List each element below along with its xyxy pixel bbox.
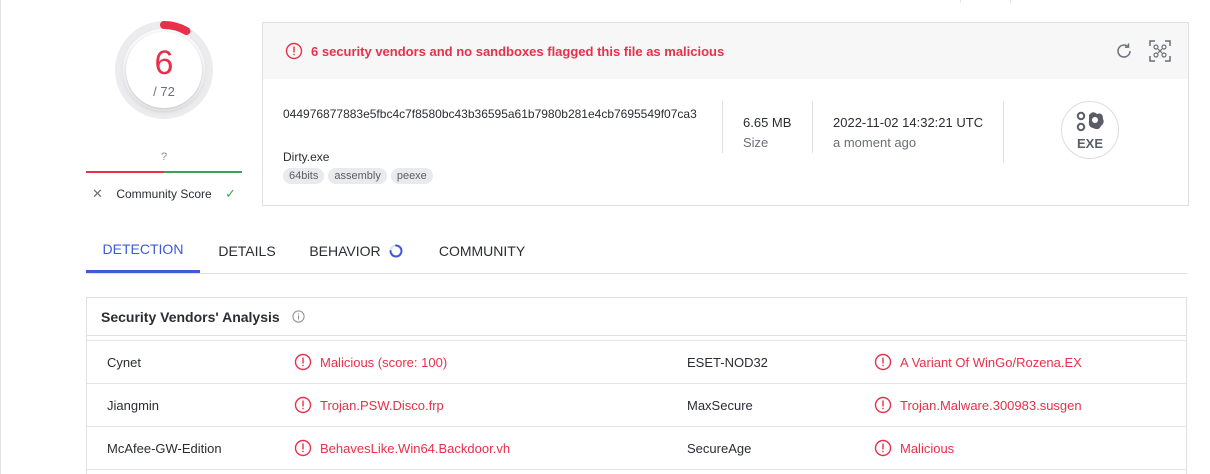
top-border bbox=[0, 0, 1210, 3]
upvote-icon[interactable]: ✓ bbox=[225, 186, 242, 202]
community-score-label: Community Score bbox=[116, 187, 212, 201]
detection-total: / 72 bbox=[153, 84, 175, 99]
alert-icon bbox=[874, 353, 892, 371]
table-row: Cynet Malicious (score: 100) ESET-NOD32 … bbox=[87, 341, 1186, 384]
alert-icon bbox=[874, 396, 892, 414]
detection-result: Trojan.Malware.300983.susgen bbox=[874, 396, 1082, 414]
vendor-name: Cynet bbox=[107, 355, 141, 370]
left-border bbox=[0, 0, 1, 474]
divider bbox=[1003, 101, 1004, 163]
detection-result: Malicious (score: 100) bbox=[294, 353, 447, 371]
detection-label: BehavesLike.Win64.Backdoor.vh bbox=[320, 440, 511, 456]
alert-icon bbox=[874, 439, 892, 457]
similar-files-icon[interactable] bbox=[1148, 39, 1172, 68]
vendor-name: MaxSecure bbox=[687, 398, 753, 413]
divider bbox=[722, 101, 723, 153]
security-vendors-panel: Security Vendors' Analysis Cynet Malicio… bbox=[86, 297, 1187, 474]
detection-label: A Variant Of WinGo/Rozena.EX bbox=[900, 354, 1082, 370]
malicious-alert-banner: 6 security vendors and no sandboxes flag… bbox=[263, 23, 1188, 79]
file-hash: 044976877883e5fbc4c7f8580bc43b36595a61b7… bbox=[283, 107, 697, 121]
file-type-badge: EXE bbox=[1061, 101, 1119, 159]
detection-count: 6 bbox=[154, 44, 174, 82]
detection-result: BehavesLike.Win64.Backdoor.vh bbox=[294, 439, 510, 457]
detection-label: Malicious (score: 100) bbox=[320, 354, 448, 370]
tab-behavior-label: BEHAVIOR bbox=[309, 242, 381, 259]
tab-details[interactable]: DETAILS bbox=[206, 228, 288, 273]
info-icon[interactable] bbox=[292, 310, 305, 323]
divider bbox=[812, 101, 813, 153]
tag-chip[interactable]: peexe bbox=[390, 168, 433, 184]
report-tabs: DETECTION DETAILS BEHAVIOR COMMUNITY bbox=[86, 228, 1187, 274]
reanalyze-icon[interactable] bbox=[1114, 41, 1134, 66]
loading-spinner-icon bbox=[389, 244, 403, 257]
analysis-date-relative: a moment ago bbox=[833, 135, 917, 150]
vendor-name: SecureAge bbox=[687, 441, 752, 456]
gears-icon bbox=[1076, 111, 1104, 132]
tag-chip[interactable]: assembly bbox=[328, 168, 387, 184]
file-size-value: 6.65 MB bbox=[743, 115, 792, 130]
alert-text: 6 security vendors and no sandboxes flag… bbox=[311, 43, 725, 59]
community-score-bar bbox=[86, 171, 242, 173]
detection-label: Malicious bbox=[900, 440, 955, 456]
detection-label: Trojan.Malware.300983.susgen bbox=[900, 397, 1082, 413]
file-info-card: 6 security vendors and no sandboxes flag… bbox=[262, 22, 1189, 206]
tab-behavior[interactable]: BEHAVIOR bbox=[306, 228, 406, 273]
file-name: Dirty.exe bbox=[283, 150, 330, 164]
detection-result: Trojan.PSW.Disco.frp bbox=[294, 396, 444, 414]
downvote-icon[interactable]: ✕ bbox=[86, 186, 103, 202]
panel-header: Security Vendors' Analysis bbox=[87, 298, 1186, 336]
community-score-row: ✕ Community Score ✓ bbox=[86, 184, 242, 204]
detection-label: Trojan.PSW.Disco.frp bbox=[320, 397, 444, 413]
file-size-label: Size bbox=[743, 135, 769, 150]
table-row: McAfee-GW-Edition BehavesLike.Win64.Back… bbox=[87, 427, 1186, 470]
tab-detection[interactable]: DETECTION bbox=[86, 228, 200, 273]
alert-icon bbox=[285, 42, 303, 60]
community-score-value: ? bbox=[160, 151, 168, 163]
vendor-name: ESET-NOD32 bbox=[687, 355, 768, 370]
detection-result: Malicious bbox=[874, 439, 954, 457]
detection-result: A Variant Of WinGo/Rozena.EX bbox=[874, 353, 1082, 371]
table-row: Jiangmin Trojan.PSW.Disco.frp MaxSecure … bbox=[87, 384, 1186, 427]
file-tags: 64bits assembly peexe bbox=[283, 168, 433, 184]
tab-community[interactable]: COMMUNITY bbox=[432, 228, 532, 273]
vendor-name: Jiangmin bbox=[107, 398, 160, 413]
panel-title: Security Vendors' Analysis bbox=[101, 308, 280, 325]
alert-icon bbox=[294, 439, 312, 457]
alert-icon bbox=[294, 396, 312, 414]
tag-chip[interactable]: 64bits bbox=[283, 168, 325, 184]
alert-icon bbox=[294, 353, 312, 371]
analysis-date-value: 2022-11-02 14:32:21 UTC bbox=[833, 115, 984, 130]
detection-score-widget: 6 / 72 ? ✕ Community Score ✓ bbox=[86, 16, 242, 210]
file-type-label: EXE bbox=[1076, 136, 1103, 151]
vendor-name: McAfee-GW-Edition bbox=[107, 441, 222, 456]
